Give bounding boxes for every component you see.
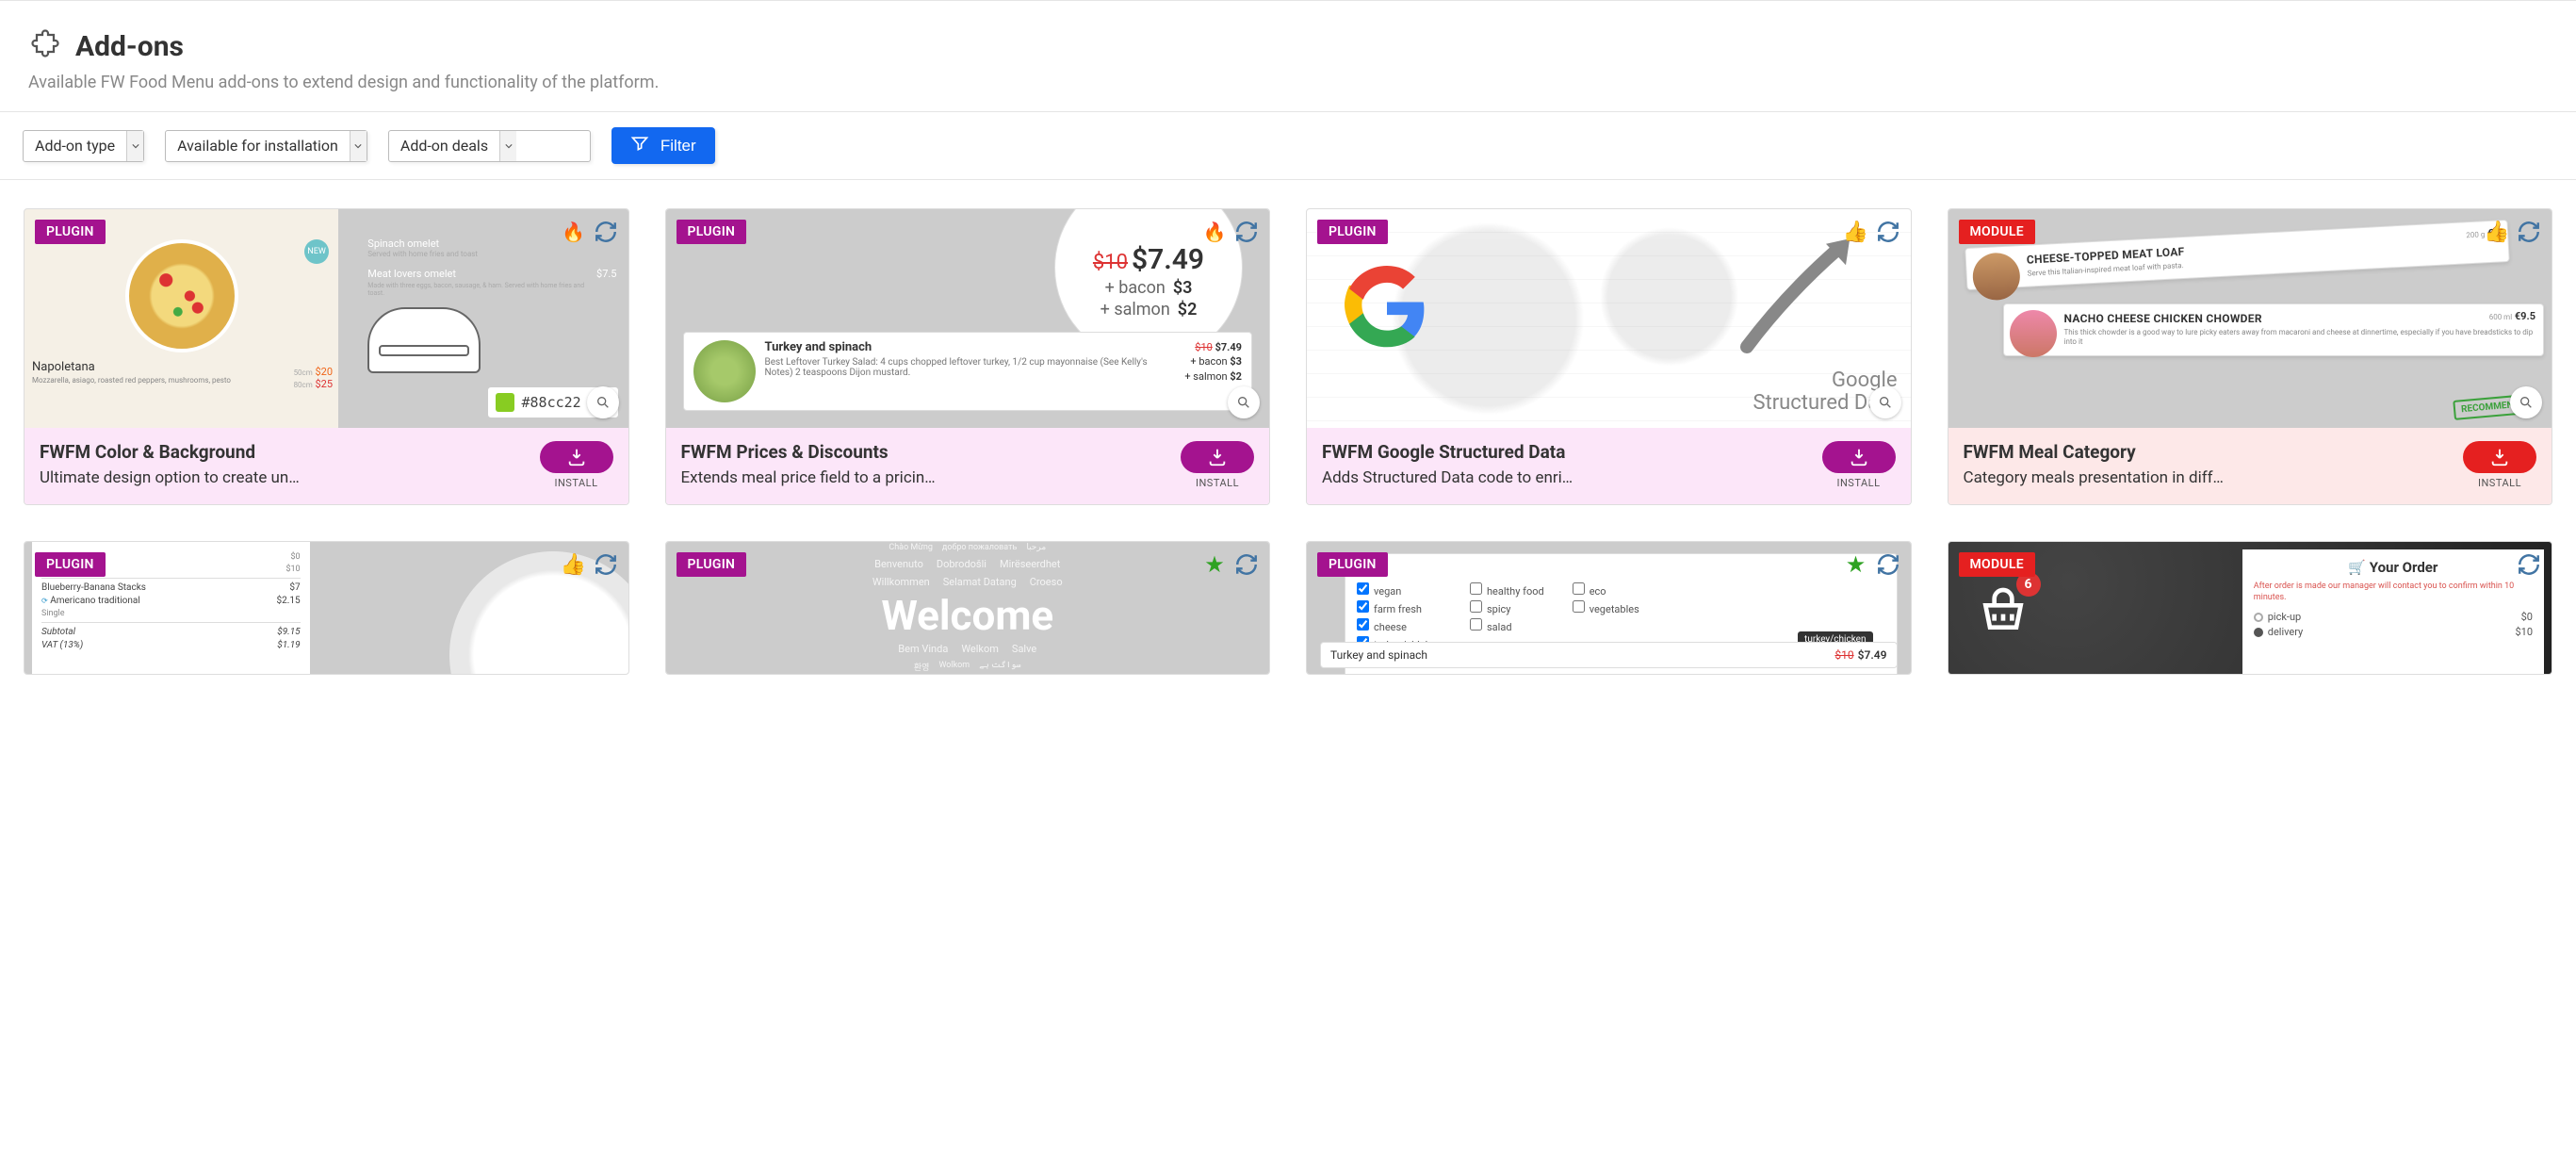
card-thumbnail: PLUGIN 👍 GoogleStructured Data: [1307, 209, 1911, 428]
card-description: Ultimate design option to create un…: [40, 468, 529, 487]
card-description: Adds Structured Data code to enri…: [1322, 468, 1811, 487]
zoom-button[interactable]: [1869, 386, 1901, 418]
install-label: INSTALL: [1196, 477, 1239, 489]
thumbs-up-icon: 👍: [1843, 219, 1869, 245]
zoom-button[interactable]: [2510, 386, 2542, 418]
refresh-icon: [1875, 219, 1901, 245]
refresh-icon: [2516, 219, 2542, 245]
thumbs-up-icon: 👍: [561, 551, 587, 578]
thumb-item-sub: Mozzarella, asiago, roasted red peppers,…: [32, 376, 331, 385]
refresh-icon: [1233, 551, 1260, 578]
card-thumbnail: PLUGIN 🔥 $10 $7.49 + bacon$3 + salmon$2 …: [666, 209, 1270, 428]
addon-card: PLUGIN ★ Chào Mừngдобро пожаловатьمرحبا …: [665, 541, 1271, 675]
refresh-icon: [593, 219, 619, 245]
availability-select[interactable]: Available for installation: [165, 130, 367, 162]
type-badge: MODULE: [1959, 552, 2035, 577]
card-thumbnail: MODULE 👍 CHEESE-TOPPED MEAT LOAF Serve t…: [1948, 209, 2552, 428]
filter-button-label: Filter: [660, 137, 696, 156]
thumb-item-name: Napoletana: [32, 360, 331, 374]
addon-type-select[interactable]: Add-on type: [23, 130, 144, 162]
addon-card: PLUGIN 👍 p-up$0 very$10 Blueberry-Banana…: [24, 541, 629, 675]
install-button[interactable]: INSTALL: [540, 441, 613, 489]
card-title: FWFM Meal Category: [1964, 441, 2453, 463]
chevron-down-icon: [126, 131, 143, 161]
chevron-down-icon: [350, 131, 367, 161]
addons-icon: [28, 29, 62, 63]
card-thumbnail: PLUGIN 🔥 NEW Napoletana Mozzarella, asia…: [24, 209, 628, 428]
arrow-up-icon: [1734, 228, 1866, 360]
availability-label: Available for installation: [166, 131, 350, 161]
refresh-icon: [2516, 551, 2542, 578]
deals-select[interactable]: Add-on deals: [388, 130, 591, 162]
type-badge: PLUGIN: [677, 552, 747, 577]
card-title: FWFM Color & Background: [40, 441, 529, 463]
install-label: INSTALL: [2478, 477, 2521, 489]
refresh-icon: [1233, 219, 1260, 245]
color-swatch: [496, 393, 514, 412]
install-label: INSTALL: [554, 477, 597, 489]
addon-card: PLUGIN ★ dges vegan farm fresh cheese tu…: [1306, 541, 1912, 675]
thumbs-up-icon: 👍: [2484, 219, 2510, 245]
install-label: INSTALL: [1836, 477, 1880, 489]
type-badge: PLUGIN: [35, 220, 106, 244]
install-button[interactable]: INSTALL: [1822, 441, 1896, 489]
star-icon: ★: [1201, 551, 1228, 578]
filter-button[interactable]: Filter: [611, 127, 715, 164]
google-logo-icon: [1345, 266, 1429, 351]
card-description: Category meals presentation in diff…: [1964, 468, 2453, 487]
card-description: Extends meal price field to a pricin…: [681, 468, 1170, 487]
addon-card: PLUGIN 🔥 NEW Napoletana Mozzarella, asia…: [24, 208, 629, 505]
zoom-button[interactable]: [587, 386, 619, 418]
type-badge: PLUGIN: [677, 220, 747, 244]
card-thumbnail: MODULE 6 🛒 Your Order After order is mad…: [1948, 542, 2552, 674]
addon-type-label: Add-on type: [24, 131, 126, 161]
page-title: Add-ons: [75, 30, 184, 63]
type-badge: PLUGIN: [35, 552, 106, 577]
card-thumbnail: PLUGIN ★ dges vegan farm fresh cheese tu…: [1307, 542, 1911, 674]
star-icon: ★: [1843, 551, 1869, 578]
cart-icon: 🛒: [2348, 559, 2366, 576]
card-thumbnail: PLUGIN 👍 p-up$0 very$10 Blueberry-Banana…: [24, 542, 628, 674]
flame-icon: 🔥: [561, 219, 587, 245]
hex-value: #88cc22: [522, 394, 581, 411]
addon-card: PLUGIN 👍 GoogleStructured Data FWFM Goog…: [1306, 208, 1912, 505]
type-badge: PLUGIN: [1317, 220, 1388, 244]
install-button[interactable]: INSTALL: [2463, 441, 2536, 489]
funnel-icon: [630, 134, 649, 157]
flame-icon: 🔥: [1201, 219, 1228, 245]
new-badge: NEW: [304, 239, 329, 264]
refresh-icon: [593, 551, 619, 578]
page-subtitle: Available FW Food Menu add-ons to extend…: [28, 73, 2548, 92]
refresh-icon: [1875, 551, 1901, 578]
type-badge: PLUGIN: [1317, 552, 1388, 577]
chevron-down-icon: [499, 131, 516, 161]
filter-bar: Add-on type Available for installation A…: [0, 112, 2576, 180]
install-button[interactable]: INSTALL: [1181, 441, 1254, 489]
card-title: FWFM Prices & Discounts: [681, 441, 1170, 463]
type-badge: MODULE: [1959, 220, 2035, 244]
deals-label: Add-on deals: [389, 131, 499, 161]
basket-icon: 6: [1977, 583, 2030, 640]
card-title: FWFM Google Structured Data: [1322, 441, 1811, 463]
zoom-button[interactable]: [1228, 386, 1260, 418]
card-thumbnail: PLUGIN ★ Chào Mừngдобро пожаловатьمرحبا …: [666, 542, 1270, 674]
addon-card: MODULE 👍 CHEESE-TOPPED MEAT LOAF Serve t…: [1948, 208, 2553, 505]
addon-card: MODULE 6 🛒 Your Order After order is mad…: [1948, 541, 2553, 675]
addon-card: PLUGIN 🔥 $10 $7.49 + bacon$3 + salmon$2 …: [665, 208, 1271, 505]
